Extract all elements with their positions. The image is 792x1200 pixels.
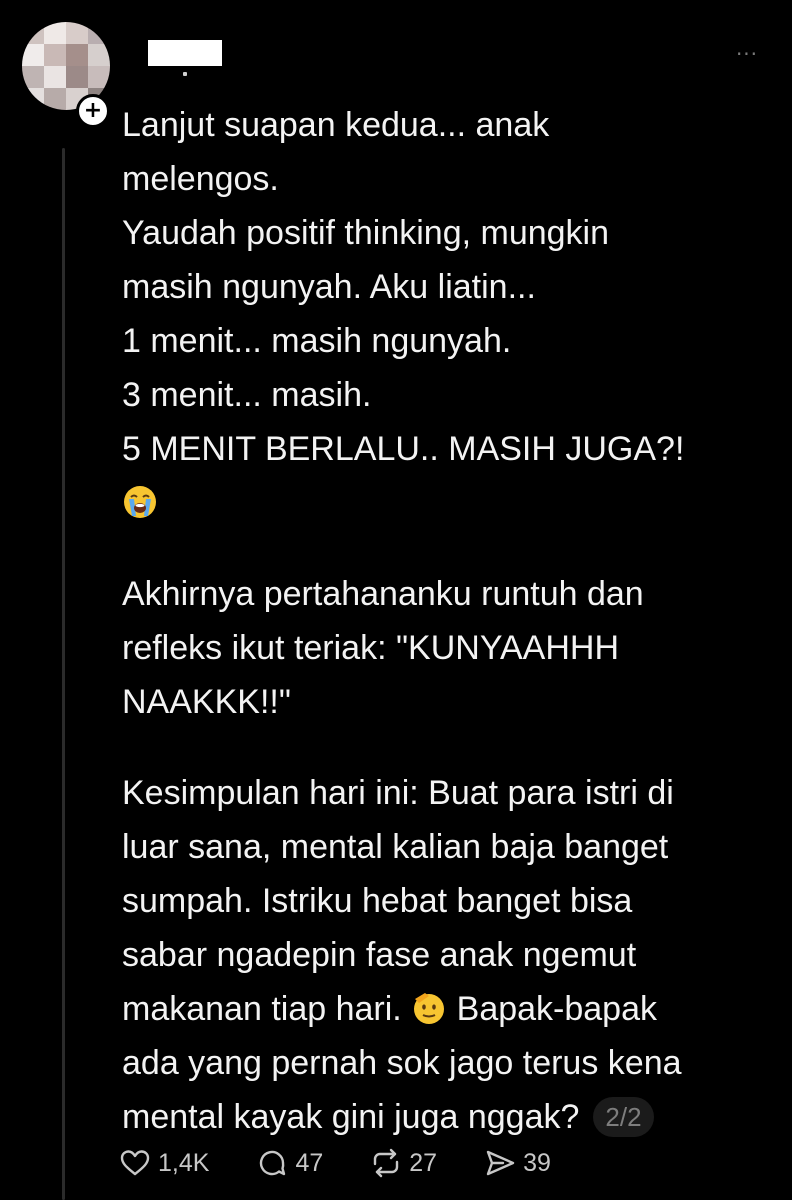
thread-connector-line (62, 148, 65, 1200)
text-line: refleks ikut teriak: "KUNYAAHHH (122, 629, 620, 667)
text-line: Lanjut suapan kedua... anak (122, 106, 550, 144)
username-redacted[interactable] (148, 40, 222, 66)
reply-count: 47 (295, 1148, 324, 1177)
text-line: Kesimpulan hari ini: Buat para istri di (122, 774, 674, 812)
thread-post: + ··· Lanjut suapan kedua... anak meleng… (0, 0, 792, 1200)
repost-count: 27 (409, 1148, 438, 1177)
reply-bubble-icon (260, 1150, 286, 1176)
follow-plus-icon[interactable]: + (76, 94, 110, 128)
post-text: Lanjut suapan kedua... anak melengos. Ya… (122, 98, 772, 1144)
text-line: masih ngunyah. Aku liatin... (122, 268, 536, 306)
username-redaction-mark (183, 72, 187, 76)
more-options-icon[interactable]: ··· (732, 44, 762, 64)
share-button[interactable]: 39 (483, 1146, 551, 1180)
share-count: 39 (523, 1148, 551, 1177)
repost-button[interactable]: 27 (369, 1146, 437, 1180)
paragraph-1: Lanjut suapan kedua... anak melengos. Ya… (122, 98, 772, 530)
text-segment: makanan tiap hari. (122, 990, 402, 1028)
loudly-crying-face-icon (122, 484, 158, 520)
text-line: makanan tiap hari. Bapak-bapak (122, 982, 772, 1036)
action-bar: 1,4K 47 27 39 (118, 1140, 597, 1186)
text-line: 5 MENIT BERLALU.. MASIH JUGA?! (122, 430, 685, 468)
paragraph-3: Kesimpulan hari ini: Buat para istri di … (122, 766, 772, 1144)
emoji-line (122, 476, 772, 530)
text-segment: mental kayak gini juga nggak? (122, 1098, 580, 1136)
text-segment: Bapak-bapak (456, 990, 658, 1028)
heart-icon (120, 1150, 150, 1176)
like-button[interactable]: 1,4K (118, 1146, 209, 1180)
text-line: sumpah. Istriku hebat banget bisa (122, 882, 633, 920)
text-line: ada yang pernah sok jago terus kena (122, 1044, 682, 1082)
text-line: 3 menit... masih. (122, 376, 372, 414)
saluting-face-icon (411, 990, 447, 1026)
thread-counter-badge: 2/2 (593, 1097, 654, 1137)
text-line: luar sana, mental kalian baja banget (122, 828, 669, 866)
reply-button[interactable]: 47 (255, 1146, 323, 1180)
repost-icon (374, 1148, 399, 1178)
paragraph-2: Akhirnya pertahananku runtuh dan refleks… (122, 567, 772, 729)
text-line: mental kayak gini juga nggak? 2/2 (122, 1090, 772, 1144)
send-icon (486, 1150, 515, 1176)
text-line: Akhirnya pertahananku runtuh dan (122, 575, 644, 613)
text-line: 1 menit... masih ngunyah. (122, 322, 512, 360)
text-line: melengos. (122, 160, 279, 198)
text-line: NAAKKK!!" (122, 683, 291, 721)
like-count: 1,4K (158, 1148, 210, 1177)
text-line: Yaudah positif thinking, mungkin (122, 214, 610, 252)
text-line: sabar ngadepin fase anak ngemut (122, 936, 637, 974)
